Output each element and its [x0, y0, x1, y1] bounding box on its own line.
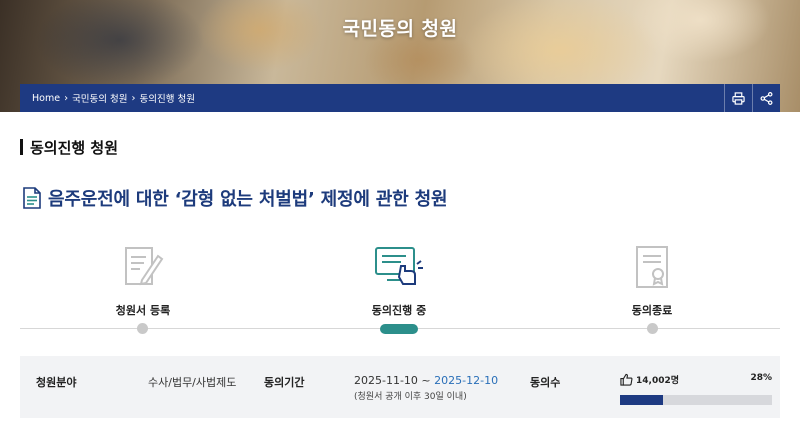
share-icon [760, 91, 773, 105]
step-dot-ended [647, 323, 658, 334]
step-in-progress: 동의진행 중 [319, 244, 479, 318]
period-label: 동의기간 [264, 376, 305, 389]
petition-title-text: 음주운전에 대한 ‘감형 없는 처벌법’ 제정에 관한 청원 [48, 189, 448, 210]
section-heading-text: 동의진행 청원 [30, 138, 119, 157]
step-ended: 동의종료 [572, 244, 732, 318]
agree-progress-fill [620, 395, 663, 405]
agree-percent: 28% [750, 373, 772, 383]
period-separator: ~ [417, 374, 435, 387]
computer-click-icon [375, 247, 423, 285]
page-tools [724, 84, 780, 112]
petition-title: 음주운전에 대한 ‘감형 없는 처벌법’ 제정에 관한 청원 [22, 184, 448, 212]
breadcrumb-home[interactable]: Home [32, 93, 60, 104]
breadcrumb-petitions[interactable]: 국민동의 청원 [72, 91, 127, 105]
breadcrumb-separator: › [131, 92, 136, 104]
breadcrumb-separator: › [64, 92, 69, 104]
agree-count: 14,002명 [620, 373, 679, 386]
step-registration: 청원서 등록 [63, 244, 223, 318]
page-title: 국민동의 청원 [342, 18, 458, 40]
period-end: 2025-12-10 [434, 374, 499, 387]
agree-count-value: 14,002명 [636, 376, 680, 386]
count-label: 동의수 [530, 376, 561, 389]
section-heading: 동의진행 청원 [20, 136, 118, 158]
agree-progress-bar [620, 395, 772, 405]
step-label: 청원서 등록 [115, 304, 171, 317]
breadcrumb: Home › 국민동의 청원 › 동의진행 청원 [32, 84, 195, 112]
step-dot-registration [137, 323, 148, 334]
step-label: 동의진행 중 [371, 304, 427, 317]
period-note: (청원서 공개 이후 30일 이내) [354, 392, 467, 402]
petition-info-panel: 청원분야 수사/법무/사법제도 동의기간 2025-11-10 ~ 2025-1… [20, 356, 780, 418]
category-value: 수사/법무/사법제도 [148, 376, 237, 389]
category-label: 청원분야 [36, 376, 77, 389]
print-button[interactable] [724, 84, 752, 112]
breadcrumb-current[interactable]: 동의진행 청원 [140, 91, 195, 105]
thumbs-up-icon [620, 373, 633, 386]
heading-bar [20, 139, 23, 155]
step-label: 동의종료 [631, 304, 673, 317]
share-button[interactable] [752, 84, 780, 112]
period-start: 2025-11-10 [354, 374, 418, 387]
certificate-icon [636, 246, 668, 288]
edit-document-icon [125, 247, 164, 286]
print-icon [732, 91, 745, 105]
step-dot-in-progress [380, 324, 418, 334]
breadcrumb-bar: Home › 국민동의 청원 › 동의진행 청원 [20, 84, 780, 112]
period-value: 2025-11-10 ~ 2025-12-10 [354, 374, 498, 387]
document-icon [23, 187, 41, 209]
